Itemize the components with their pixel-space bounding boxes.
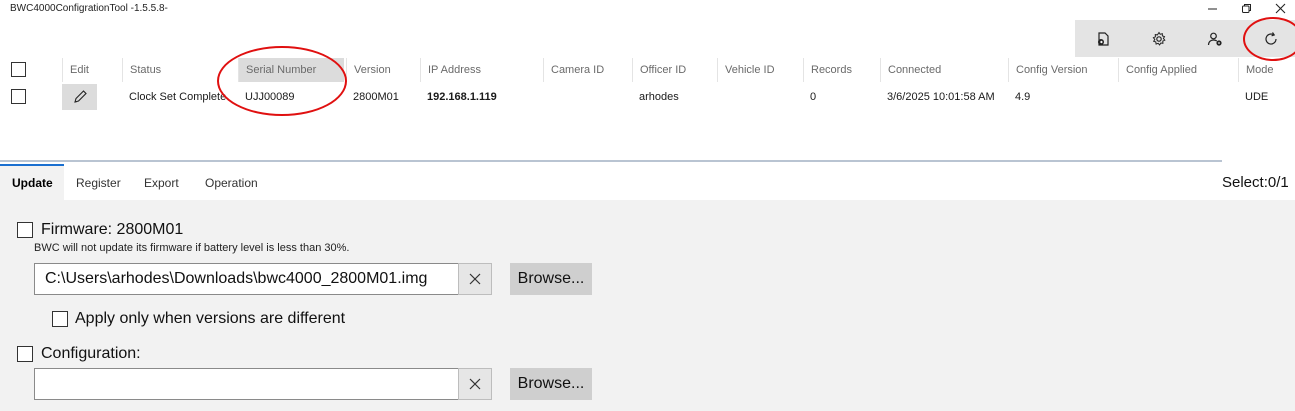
window-title: BWC4000ConfigrationTool -1.5.5.8-	[10, 3, 168, 14]
tab-update[interactable]: Update	[0, 164, 64, 200]
firmware-label: Firmware: 2800M01	[41, 221, 184, 238]
minimize-button[interactable]	[1195, 0, 1229, 16]
apply-different-label: Apply only when versions are different	[75, 310, 346, 327]
firmware-path-field[interactable]: C:\Users\arhodes\Downloads\bwc4000_2800M…	[34, 263, 459, 295]
restore-icon	[1241, 3, 1251, 13]
refresh-icon	[1265, 31, 1277, 45]
export-device-icon	[1098, 31, 1109, 46]
cell-serial-number: UJJ00089	[245, 91, 295, 103]
user-settings-button[interactable]	[1187, 20, 1243, 57]
cell-ip-address: 192.168.1.119	[427, 91, 497, 103]
header-vehicle-id[interactable]: Vehicle ID	[717, 58, 803, 82]
select-all-checkbox[interactable]	[11, 62, 26, 77]
settings-gear-icon	[1152, 31, 1166, 46]
header-config-applied[interactable]: Config Applied	[1118, 58, 1238, 82]
firmware-note: BWC will not update its firmware if batt…	[34, 242, 350, 254]
cell-vehicle-id	[717, 84, 724, 110]
firmware-browse-button[interactable]: Browse...	[510, 263, 592, 295]
configuration-path-field[interactable]	[34, 368, 459, 400]
row-select-checkbox[interactable]	[11, 89, 26, 104]
cell-camera-id	[543, 84, 550, 110]
update-panel: Firmware: 2800M01 BWC will not update it…	[0, 200, 1295, 411]
header-mode[interactable]: Mode	[1238, 58, 1295, 82]
header-config-version[interactable]: Config Version	[1008, 58, 1118, 82]
table-row[interactable]: Clock Set Complete UJJ00089 2800M01 192.…	[0, 84, 1295, 110]
header-camera-id[interactable]: Camera ID	[543, 58, 632, 82]
header-ip-address[interactable]: IP Address	[420, 58, 543, 82]
close-icon	[469, 273, 481, 285]
header-status[interactable]: Status	[122, 58, 236, 82]
select-count: Select:0/1	[1222, 174, 1289, 191]
refresh-button[interactable]	[1243, 20, 1295, 57]
cell-officer-id: arhodes	[639, 91, 679, 103]
settings-button[interactable]	[1131, 20, 1187, 57]
apply-different-checkbox[interactable]	[52, 311, 68, 327]
tab-bar: Update Register Export Operation	[0, 164, 1295, 200]
header-edit[interactable]: Edit	[62, 58, 120, 82]
header-connected[interactable]: Connected	[880, 58, 1008, 82]
configuration-browse-button[interactable]: Browse...	[510, 368, 592, 400]
minimize-icon	[1207, 8, 1217, 9]
toolbar	[1075, 20, 1295, 57]
section-divider	[0, 160, 1222, 162]
user-settings-icon	[1207, 32, 1222, 46]
tab-export[interactable]: Export	[144, 164, 179, 200]
export-device-button[interactable]	[1075, 20, 1131, 57]
tab-operation[interactable]: Operation	[205, 164, 258, 200]
table-header: Edit Status Serial Number Version IP Add…	[0, 58, 1295, 82]
restore-button[interactable]	[1229, 0, 1263, 16]
firmware-clear-button[interactable]	[458, 263, 492, 295]
tab-register[interactable]: Register	[76, 164, 121, 200]
configuration-label: Configuration:	[41, 345, 141, 362]
header-serial-number[interactable]: Serial Number	[238, 58, 344, 82]
pencil-icon	[73, 90, 87, 103]
close-button[interactable]	[1263, 0, 1295, 16]
close-icon	[1275, 3, 1285, 13]
configuration-clear-button[interactable]	[458, 368, 492, 400]
cell-version: 2800M01	[353, 91, 399, 103]
header-version[interactable]: Version	[346, 58, 420, 82]
close-icon	[469, 378, 481, 390]
cell-status: Clock Set Complete	[129, 91, 227, 103]
cell-config-version: 4.9	[1015, 91, 1031, 103]
title-bar: BWC4000ConfigrationTool -1.5.5.8-	[0, 0, 1295, 18]
header-officer-id[interactable]: Officer ID	[632, 58, 717, 82]
cell-records: 0	[810, 91, 817, 103]
cell-mode: UDE	[1245, 91, 1269, 103]
cell-connected: 3/6/2025 10:01:58 AM	[887, 91, 995, 103]
cell-config-applied	[1118, 84, 1125, 110]
firmware-checkbox[interactable]	[17, 222, 33, 238]
configuration-checkbox[interactable]	[17, 346, 33, 362]
edit-row-button[interactable]	[62, 84, 97, 110]
header-records[interactable]: Records	[803, 58, 880, 82]
